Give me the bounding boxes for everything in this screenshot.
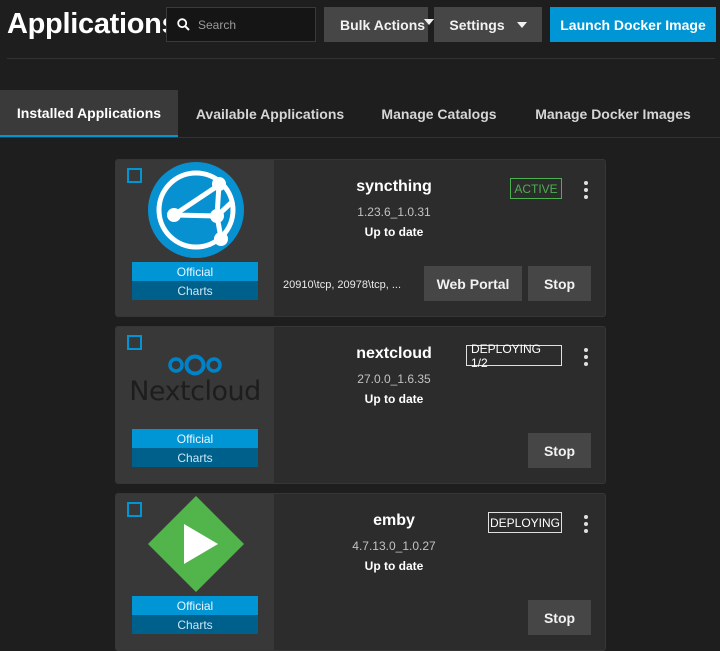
official-badge: Official <box>132 262 258 281</box>
nextcloud-logo-icon: Nextcloud <box>129 354 261 407</box>
app-card-syncthing: Official Charts syncthing ACTIVE 1.23.6_… <box>115 159 606 317</box>
bulk-actions-button[interactable]: Bulk Actions <box>324 7 428 42</box>
more-options-icon[interactable] <box>581 180 591 200</box>
status-badge: ACTIVE <box>510 178 562 199</box>
tab-manage-catalogs[interactable]: Manage Catalogs <box>362 90 516 137</box>
app-version: 1.23.6_1.0.31 <box>357 205 431 219</box>
update-status: Up to date <box>364 559 424 573</box>
tabs-divider <box>0 137 720 138</box>
applications-page: Applications Bulk Actions Settings Launc… <box>0 0 720 651</box>
app-card-logo-area: Official Charts <box>116 160 274 316</box>
syncthing-logo-icon <box>148 162 244 258</box>
status-badge: DEPLOYING <box>488 512 562 533</box>
stop-button[interactable]: Stop <box>528 433 591 468</box>
app-card-logo-area: Official Charts <box>116 494 274 650</box>
launch-docker-image-button[interactable]: Launch Docker Image <box>550 7 716 42</box>
charts-badge: Charts <box>132 281 258 300</box>
stop-button[interactable]: Stop <box>528 600 591 635</box>
update-status: Up to date <box>364 392 424 406</box>
select-checkbox[interactable] <box>127 168 142 183</box>
bulk-actions-caret-icon[interactable] <box>424 19 434 25</box>
settings-button[interactable]: Settings <box>434 7 542 42</box>
more-options-icon[interactable] <box>581 514 591 534</box>
tab-manage-docker-images[interactable]: Manage Docker Images <box>518 90 708 137</box>
official-badge: Official <box>132 429 258 448</box>
app-version: 27.0.0_1.6.35 <box>357 372 431 386</box>
tab-bar: Installed Applications Available Applica… <box>0 90 720 138</box>
app-ports: 20910\tcp, 20978\tcp, ... <box>283 279 402 291</box>
nextcloud-logo-text: Nextcloud <box>129 376 261 407</box>
app-name: emby <box>373 512 415 529</box>
page-title: Applications <box>7 8 178 40</box>
more-options-icon[interactable] <box>581 347 591 367</box>
app-name: syncthing <box>356 178 432 195</box>
app-card-emby: Official Charts emby DEPLOYING 4.7.13.0_… <box>115 493 606 651</box>
select-checkbox[interactable] <box>127 502 142 517</box>
search-box[interactable] <box>166 7 316 42</box>
app-card-logo-area: Nextcloud Official Charts <box>116 327 274 483</box>
web-portal-button[interactable]: Web Portal <box>424 266 522 301</box>
chevron-down-icon <box>516 21 527 28</box>
search-icon <box>177 18 190 31</box>
status-badge: DEPLOYING 1/2 <box>466 342 562 370</box>
charts-badge: Charts <box>132 448 258 467</box>
settings-button-label: Settings <box>449 16 505 33</box>
search-input[interactable] <box>198 17 308 32</box>
app-card-nextcloud: Nextcloud Official Charts nextcloud DEPL… <box>115 326 606 484</box>
update-status: Up to date <box>364 225 424 239</box>
header-divider <box>7 58 715 59</box>
charts-badge: Charts <box>132 615 258 634</box>
app-version: 4.7.13.0_1.0.27 <box>352 539 436 553</box>
official-badge: Official <box>132 596 258 615</box>
emby-logo-icon <box>148 496 244 592</box>
tab-installed-applications[interactable]: Installed Applications <box>0 90 178 137</box>
stop-button[interactable]: Stop <box>528 266 591 301</box>
tab-available-applications[interactable]: Available Applications <box>180 90 360 137</box>
